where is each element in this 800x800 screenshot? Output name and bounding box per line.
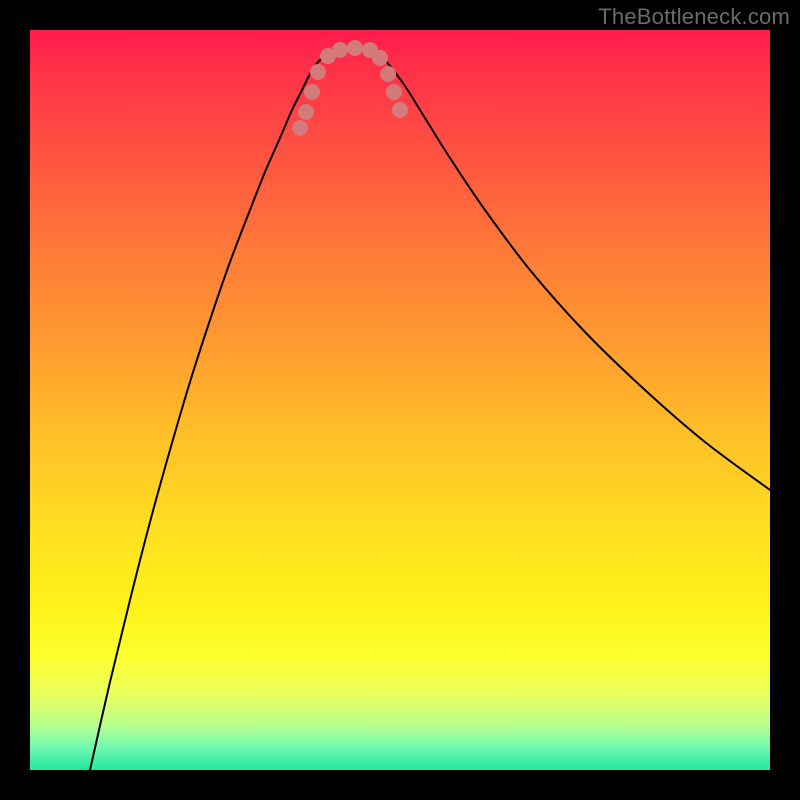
trough-dot (304, 84, 320, 100)
trough-dot (386, 84, 402, 100)
trough-dot (292, 120, 308, 136)
trough-dot (372, 50, 388, 66)
trough-dot (392, 102, 408, 118)
bottleneck-curve (90, 48, 770, 770)
trough-dot (380, 66, 396, 82)
curve-path (90, 48, 770, 770)
chart-frame: TheBottleneck.com (0, 0, 800, 800)
trough-markers (292, 40, 408, 136)
trough-dot (310, 64, 326, 80)
chart-plot-area (30, 30, 770, 770)
trough-dot (332, 42, 348, 58)
trough-dot (347, 40, 363, 56)
watermark-text: TheBottleneck.com (598, 4, 790, 30)
chart-svg (30, 30, 770, 770)
trough-dot (298, 104, 314, 120)
